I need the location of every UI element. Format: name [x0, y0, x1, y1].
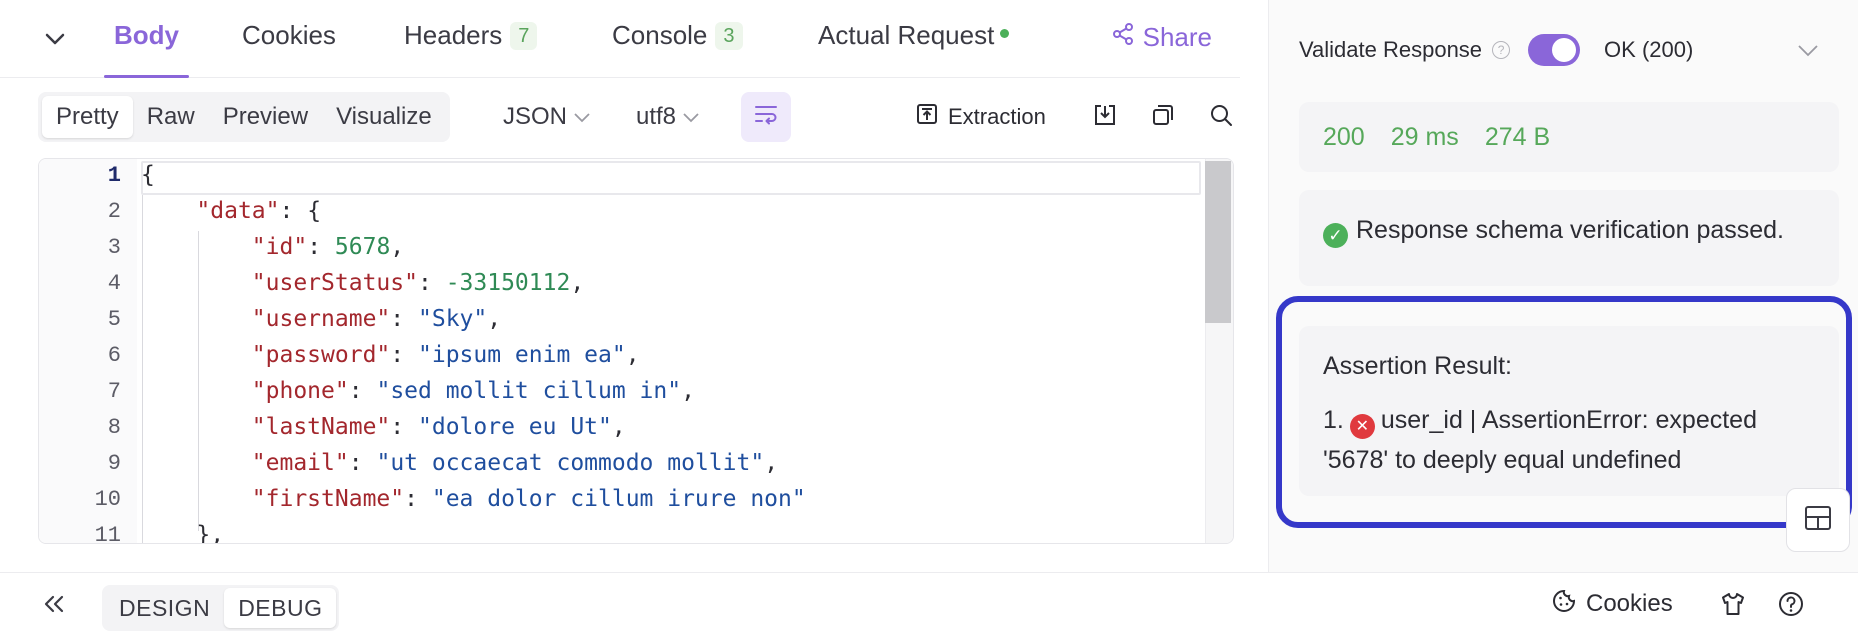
tab-cookies[interactable]: Cookies — [242, 20, 336, 78]
tab-label: Cookies — [242, 20, 336, 50]
line-number: 2 — [107, 199, 121, 224]
schema-message: Response schema verification passed. — [1356, 216, 1785, 244]
tab-headers[interactable]: Headers 7 — [404, 20, 538, 78]
line-number: 10 — [94, 487, 121, 512]
tab-actual-request[interactable]: Actual Request — [818, 20, 1010, 78]
active-line-highlight — [141, 161, 1201, 195]
download-icon[interactable] — [1090, 100, 1120, 130]
line-gutter: 1 2 3 4 5 6 7 8 9 10 11 — [39, 159, 137, 543]
share-button[interactable]: Share — [1111, 22, 1212, 53]
chevron-down-icon — [682, 103, 700, 131]
help-circle-icon[interactable] — [1776, 589, 1806, 619]
response-tabs: Body Cookies Headers 7 Console 3 Actual Re… — [0, 0, 1240, 78]
line-number: 1 — [107, 163, 121, 188]
view-raw[interactable]: Raw — [133, 96, 209, 138]
extraction-icon — [916, 103, 938, 131]
response-panel: Body Cookies Headers 7 Console 3 Actual Re… — [0, 0, 1268, 572]
tab-label: Console — [612, 20, 708, 50]
validate-response-toggle[interactable] — [1528, 34, 1581, 66]
tab-console[interactable]: Console 3 — [612, 20, 743, 78]
schema-result: ✓ Response schema verification passed. — [1299, 190, 1839, 286]
help-icon[interactable]: ? — [1492, 41, 1511, 59]
copy-icon[interactable] — [1148, 100, 1178, 130]
chevron-down-icon[interactable] — [1797, 38, 1819, 64]
code-line: "phone": "sed mollit cillum in", — [251, 378, 695, 404]
status-code: 200 — [1323, 122, 1365, 151]
view-mode-switch: Pretty Raw Preview Visualize — [38, 92, 450, 142]
status-dot — [1000, 29, 1010, 38]
tab-label: Body — [114, 20, 179, 50]
view-visualize[interactable]: Visualize — [322, 96, 446, 138]
check-circle-icon: ✓ — [1323, 223, 1348, 248]
validate-response-row: Validate Response ? OK (200) — [1299, 30, 1839, 70]
code-line: "username": "Sky", — [251, 306, 502, 332]
assertion-title: Assertion Result: — [1323, 352, 1512, 380]
status-bar: DESIGN DEBUG Cookies — [0, 572, 1858, 633]
validate-response-label: Validate Response — [1299, 37, 1483, 62]
code-line: "id": 5678, — [251, 234, 405, 260]
line-number: 6 — [107, 343, 121, 368]
mode-switch: DESIGN DEBUG — [102, 585, 340, 631]
mode-design[interactable]: DESIGN — [105, 588, 224, 628]
layout-panel-button[interactable] — [1786, 488, 1850, 552]
share-icon — [1111, 22, 1135, 53]
code-line: }, — [196, 522, 225, 544]
assertion-index: 1. — [1323, 406, 1344, 434]
code-line: "data": { — [196, 198, 322, 224]
response-time: 29 ms — [1390, 122, 1459, 151]
line-number: 9 — [107, 451, 121, 476]
wrap-lines-button[interactable] — [741, 92, 791, 142]
chevron-down-icon[interactable] — [40, 24, 70, 54]
code-line: { — [141, 162, 155, 188]
code-line: "userStatus": -33150112, — [251, 270, 585, 296]
double-chevron-left-icon[interactable] — [38, 589, 70, 619]
extraction-label: Extraction — [948, 104, 1046, 129]
count-badge: 3 — [715, 22, 743, 50]
body-toolbar: Pretty Raw Preview Visualize JSON utf8 E… — [38, 92, 1238, 142]
search-icon[interactable] — [1206, 100, 1236, 130]
line-number: 7 — [107, 379, 121, 404]
assertion-text: user_id | AssertionError: expected '5678… — [1323, 406, 1757, 474]
validation-panel: Validate Response ? OK (200) 200 29 ms 2… — [1268, 0, 1858, 572]
tab-label: Headers — [404, 20, 503, 50]
response-stats: 200 29 ms 274 B — [1299, 102, 1839, 172]
scrollbar-thumb[interactable] — [1205, 161, 1231, 323]
tab-label: Actual Request — [818, 20, 995, 50]
encoding-select[interactable]: utf8 — [636, 92, 700, 142]
view-preview[interactable]: Preview — [209, 96, 322, 138]
line-number: 4 — [107, 271, 121, 296]
cookies-label: Cookies — [1586, 590, 1673, 617]
line-number: 5 — [107, 307, 121, 332]
format-select[interactable]: JSON — [503, 92, 591, 142]
format-value: JSON — [503, 103, 568, 130]
share-label: Share — [1142, 22, 1212, 52]
code-line: "firstName": "ea dolor cillum irure non" — [251, 486, 806, 512]
encoding-value: utf8 — [636, 103, 677, 130]
response-body-editor[interactable]: 1 2 3 4 5 6 7 8 9 10 11 { "data": { "id"… — [38, 158, 1234, 544]
view-pretty[interactable]: Pretty — [42, 96, 133, 138]
response-status-select[interactable]: OK (200) — [1604, 37, 1693, 63]
wrap-lines-icon — [754, 104, 778, 131]
line-number: 3 — [107, 235, 121, 260]
shirt-icon[interactable] — [1718, 589, 1748, 619]
code-line: "lastName": "dolore eu Ut", — [251, 414, 626, 440]
extraction-button[interactable]: Extraction — [916, 92, 1046, 142]
code-line: "email": "ut occaecat commodo mollit", — [251, 450, 779, 476]
cookies-button[interactable]: Cookies — [1552, 587, 1673, 621]
response-size: 274 B — [1484, 122, 1551, 151]
mode-debug[interactable]: DEBUG — [224, 588, 337, 628]
cookie-icon — [1552, 589, 1576, 620]
assertion-item: 1. ✕ user_id | AssertionError: expected '5… — [1323, 400, 1815, 480]
editor-scrollbar[interactable] — [1205, 159, 1233, 543]
tab-body[interactable]: Body — [104, 20, 189, 78]
error-x-icon: ✕ — [1349, 414, 1375, 439]
count-badge: 7 — [510, 22, 538, 50]
code-line: "password": "ipsum enim ea", — [251, 342, 640, 368]
assertion-result: Assertion Result: 1. ✕ user_id | Assertion… — [1299, 326, 1839, 496]
layout-panel-icon — [1804, 505, 1832, 536]
line-number: 8 — [107, 415, 121, 440]
line-number: 11 — [94, 523, 121, 544]
chevron-down-icon — [573, 103, 591, 131]
